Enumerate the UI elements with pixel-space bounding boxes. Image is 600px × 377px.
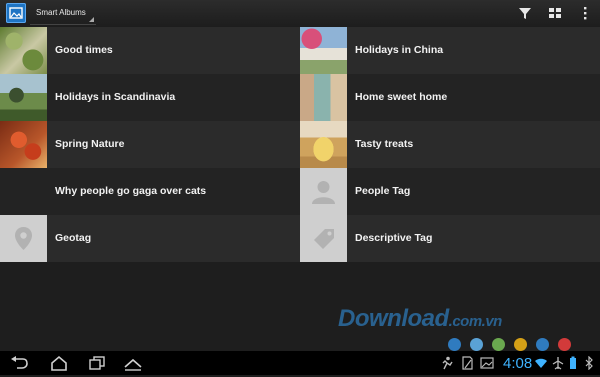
album-descriptive-tag[interactable]: Descriptive Tag — [300, 215, 600, 262]
watermark-dot — [558, 338, 571, 351]
view-mode-icon[interactable] — [546, 4, 564, 22]
clock[interactable]: 4:08 — [503, 355, 532, 372]
album-why-people-go-gaga-over-cats[interactable]: Why people go gaga over cats — [0, 168, 300, 215]
album-thumbnail — [0, 215, 47, 262]
album-row: Spring Nature Tasty treats — [0, 121, 600, 168]
album-row: Good times Holidays in China — [0, 27, 600, 74]
album-label: Tasty treats — [355, 138, 414, 150]
photos-app-icon[interactable] — [6, 3, 26, 23]
album-spring-nature[interactable]: Spring Nature — [0, 121, 300, 168]
tag-icon — [314, 229, 334, 249]
dropdown-corner-icon — [89, 17, 94, 22]
menu-icon[interactable] — [122, 354, 144, 372]
watermark-dot — [514, 338, 527, 351]
album-label: Geotag — [55, 232, 92, 244]
album-thumbnail — [0, 27, 47, 74]
album-tasty-treats[interactable]: Tasty treats — [300, 121, 600, 168]
system-bar: 4:08 — [0, 351, 600, 375]
album-row: Geotag Descriptive Tag — [0, 215, 600, 262]
bluetooth-icon[interactable] — [582, 355, 596, 371]
wifi-icon[interactable] — [534, 356, 548, 370]
album-home-sweet-home[interactable]: Home sweet home — [300, 74, 600, 121]
location-pin-icon — [15, 227, 32, 250]
album-type-label: Smart Albums — [36, 8, 86, 17]
album-geotag[interactable]: Geotag — [0, 215, 300, 262]
album-label: Home sweet home — [355, 91, 448, 103]
action-bar: Smart Albums — [0, 0, 600, 28]
album-label: Holidays in Scandinavia — [55, 91, 176, 103]
album-holidays-in-scandinavia[interactable]: Holidays in Scandinavia — [0, 74, 300, 121]
album-thumbnail — [300, 168, 347, 215]
watermark-logo: Download.com.vn — [338, 305, 502, 333]
album-label: Spring Nature — [55, 138, 125, 150]
running-icon[interactable] — [440, 356, 454, 370]
album-label: People Tag — [355, 185, 411, 197]
album-row: Why people go gaga over cats People Tag — [0, 168, 600, 215]
album-grid: Good times Holidays in China Holidays in… — [0, 27, 600, 262]
album-thumbnail — [0, 74, 47, 121]
album-label: Good times — [55, 44, 113, 56]
airplane-mode-icon[interactable] — [551, 356, 565, 370]
album-thumbnail — [0, 121, 47, 168]
album-row: Holidays in Scandinavia Home sweet home — [0, 74, 600, 121]
album-thumbnail — [300, 27, 347, 74]
watermark-dot — [448, 338, 461, 351]
album-label: Descriptive Tag — [355, 232, 433, 244]
album-label: Why people go gaga over cats — [55, 185, 207, 197]
album-type-dropdown[interactable]: Smart Albums — [30, 2, 96, 25]
watermark-text: Download — [338, 305, 449, 332]
filter-icon[interactable] — [516, 4, 534, 22]
back-icon[interactable] — [8, 354, 30, 372]
watermark-suffix: .com.vn — [448, 313, 503, 330]
album-thumbnail — [300, 215, 347, 262]
album-label: Holidays in China — [355, 44, 444, 56]
gallery-icon[interactable] — [480, 356, 494, 370]
watermark-dot — [536, 338, 549, 351]
home-icon[interactable] — [48, 354, 70, 372]
overflow-menu-icon[interactable] — [576, 4, 594, 22]
album-good-times[interactable]: Good times — [0, 27, 300, 74]
album-people-tag[interactable]: People Tag — [300, 168, 600, 215]
watermark-dot — [470, 338, 483, 351]
battery-icon[interactable] — [566, 356, 580, 370]
recent-apps-icon[interactable] — [86, 354, 108, 372]
person-icon — [312, 181, 335, 204]
watermark-dot — [492, 338, 505, 351]
album-holidays-in-china[interactable]: Holidays in China — [300, 27, 600, 74]
album-thumbnail — [300, 74, 347, 121]
album-thumbnail — [300, 121, 347, 168]
sd-card-icon[interactable] — [460, 356, 474, 370]
